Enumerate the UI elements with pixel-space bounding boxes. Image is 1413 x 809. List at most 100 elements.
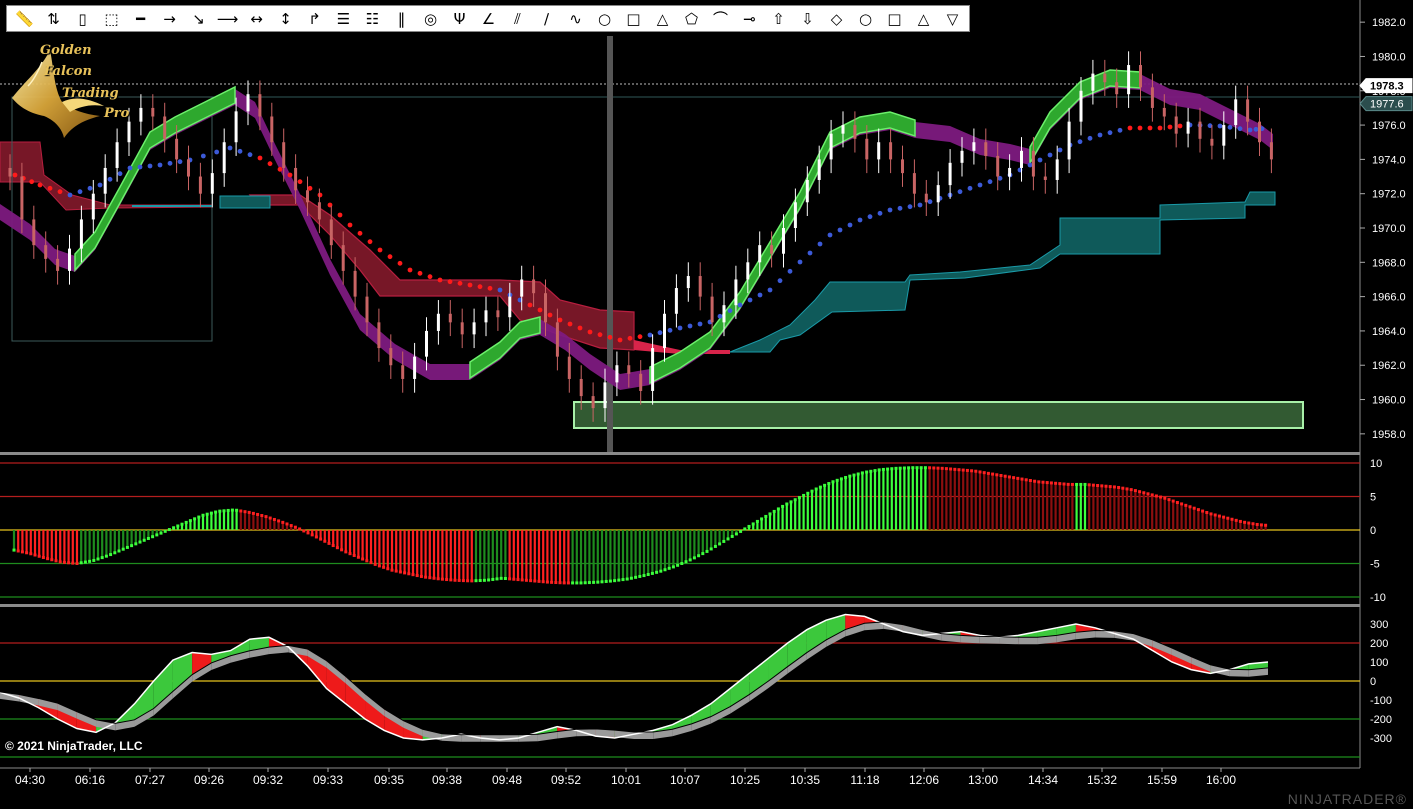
square-icon[interactable]: □ (880, 6, 909, 31)
vertical-arrow-icon[interactable]: ↕ (271, 6, 300, 31)
trend-dot (997, 175, 1003, 181)
trend-dot (847, 222, 853, 228)
osc1-bar-cap (331, 544, 335, 548)
vertical-range-icon[interactable]: ▯ (68, 6, 97, 31)
osc2-axis-label: 200 (1370, 638, 1388, 650)
candle-body (567, 356, 571, 379)
osc1-bar-cap (663, 568, 667, 572)
triangle-up-icon[interactable]: △ (909, 6, 938, 31)
osc1-bar-cap (516, 578, 520, 582)
osc1-bar-cap (1016, 476, 1020, 480)
last-price-label: 1978.3 (1370, 81, 1404, 93)
fib-retracement-icon[interactable]: ☰ (329, 6, 358, 31)
osc1-bar-cap (835, 478, 839, 482)
trend-dot (147, 163, 153, 169)
trend-dot (177, 159, 183, 165)
osc1-bar-cap (730, 534, 734, 538)
candle-body (377, 322, 381, 349)
gann-fan-icon[interactable]: ∠ (474, 6, 503, 31)
osc1-bar-cap (1049, 481, 1053, 485)
trend-dot (1253, 126, 1259, 132)
rectangle-icon[interactable]: □ (619, 6, 648, 31)
osc1-bar-cap (625, 577, 629, 581)
ruler-icon[interactable]: 📏 (10, 6, 39, 31)
osc1-bar-cap (16, 549, 20, 553)
arrow-up-icon[interactable]: ⇧ (764, 6, 793, 31)
fib-timezone-icon[interactable]: ‖ (387, 6, 416, 31)
osc1-bar-cap (1217, 514, 1221, 518)
osc1-bar-cap (373, 562, 377, 566)
trend-dot (214, 149, 220, 155)
fib-extension-icon[interactable]: ☷ (358, 6, 387, 31)
candle-body (365, 296, 369, 323)
osc1-bar-cap (1192, 506, 1196, 510)
ray-icon[interactable]: → (155, 6, 184, 31)
polygon-icon[interactable]: ⬠ (677, 6, 706, 31)
price-axis-label: 1982.0 (1372, 17, 1406, 29)
line-icon[interactable]: ━ (126, 6, 155, 31)
osc1-bar-cap (352, 553, 356, 557)
arc-shape-icon[interactable]: ⌒ (706, 6, 735, 31)
risk-reward-icon[interactable]: ↱ (300, 6, 329, 31)
osc1-bar-cap (369, 561, 373, 565)
trend-dot (927, 199, 933, 205)
osc1-bar-cap (348, 552, 352, 556)
fib-circle-icon[interactable]: ◎ (416, 6, 445, 31)
osc2-axis-label: -200 (1370, 714, 1392, 726)
candle-body (841, 125, 845, 134)
osc1-bar-cap (1238, 519, 1242, 523)
osc1-bar-cap (508, 577, 512, 581)
osc1-bar-cap (29, 552, 33, 556)
osc1-bar-cap (965, 468, 969, 472)
andrews-pitchfork-icon[interactable]: Ψ (445, 6, 474, 31)
regression-channel-icon[interactable]: ⫽ (503, 6, 532, 31)
osc1-bar-cap (306, 531, 310, 535)
arrows-updown-icon[interactable]: ⇅ (39, 6, 68, 31)
osc1-bar-cap (734, 532, 738, 536)
time-axis-label: 09:52 (551, 773, 581, 787)
osc1-bar-cap (100, 556, 104, 560)
osc1-bar-cap (1091, 483, 1095, 487)
trend-dot (667, 327, 673, 333)
osc1-bar-cap (176, 524, 180, 528)
osc1-bar-cap (268, 516, 272, 520)
candle-body (484, 310, 488, 323)
dotted-rect-icon[interactable]: ⬚ (97, 6, 126, 31)
osc1-bar-cap (499, 576, 503, 580)
candle-body (425, 330, 428, 357)
osc1-bar-cap (235, 508, 239, 512)
osc1-bar-cap (751, 522, 755, 526)
text-icon[interactable]: ⊸ (735, 6, 764, 31)
osc1-bar-cap (335, 546, 339, 550)
diagonal-line-icon[interactable]: ↘ (184, 6, 213, 31)
diamond-icon[interactable]: ◇ (822, 6, 851, 31)
osc1-bar-cap (806, 491, 810, 495)
candle-body (1258, 121, 1261, 143)
osc2-axis-label: 100 (1370, 657, 1388, 669)
candle-body (472, 322, 476, 335)
time-axis-label: 10:07 (670, 773, 700, 787)
arrow-down-icon[interactable]: ⇩ (793, 6, 822, 31)
osc1-bar-cap (827, 482, 831, 486)
trend-dot (787, 268, 793, 274)
osc1-bar-cap (932, 466, 936, 470)
chart-area[interactable]: 1982.01980.01978.01976.01974.01972.01970… (0, 0, 1413, 809)
trend-channel-icon[interactable]: ∕ (532, 6, 561, 31)
osc1-bar-cap (583, 581, 587, 585)
osc1-bar-cap (356, 555, 360, 559)
candle-body (1091, 73, 1095, 91)
osc1-bar-cap (1033, 479, 1037, 483)
arc-icon[interactable]: ∿ (561, 6, 590, 31)
triangle-icon[interactable]: △ (648, 6, 677, 31)
ellipse-icon[interactable]: ○ (590, 6, 619, 31)
horizontal-arrow-icon[interactable]: ↔ (242, 6, 271, 31)
time-axis-label: 13:00 (968, 773, 998, 787)
extended-line-icon[interactable]: ⟶ (213, 6, 242, 31)
triangle-down-icon[interactable]: ▽ (938, 6, 967, 31)
trend-dot (597, 332, 603, 338)
osc2-axis-label: -100 (1370, 695, 1392, 707)
dot-icon[interactable]: ○ (851, 6, 880, 31)
osc1-bar-cap (688, 558, 692, 562)
osc1-bar-cap (1024, 478, 1028, 482)
osc1-bar-cap (953, 467, 957, 471)
